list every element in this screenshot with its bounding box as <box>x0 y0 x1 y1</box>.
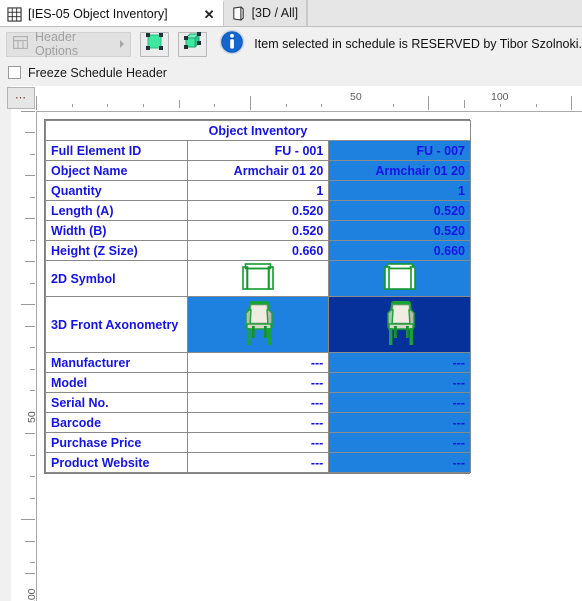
row-value-selected[interactable]: 0.660 <box>328 240 471 261</box>
toolbar: Header Options Item selected in schedule… <box>0 27 582 59</box>
work-area: ⋯ 50 100 50 100 Object Inventory Full El… <box>0 86 582 601</box>
symbol-2d-cell[interactable] <box>186 260 330 297</box>
armchair-plan-symbol-icon <box>241 262 275 296</box>
armchair-3d-render-icon <box>235 298 281 352</box>
row-value-selected[interactable]: 0.520 <box>328 200 471 221</box>
square-handles-icon <box>145 32 164 56</box>
horizontal-ruler[interactable]: 50 100 <box>36 86 582 112</box>
close-icon[interactable]: ✕ <box>204 8 215 21</box>
row-label: Barcode <box>45 412 188 433</box>
row-label: Height (Z Size) <box>45 240 188 261</box>
table-row-3d-axonometry[interactable]: 3D Front Axonometry <box>45 296 471 353</box>
row-value[interactable]: 0.520 <box>186 200 330 221</box>
chevron-right-icon <box>120 40 125 48</box>
row-value-selected[interactable]: --- <box>328 352 471 373</box>
row-value[interactable]: FU - 001 <box>186 140 330 161</box>
axo-3d-cell[interactable] <box>186 296 330 353</box>
table-row[interactable]: Barcode --- --- <box>45 412 471 433</box>
row-value-selected[interactable]: --- <box>328 412 471 433</box>
symbol-2d-cell-selected[interactable] <box>328 260 471 297</box>
row-label: Model <box>45 372 188 393</box>
row-value[interactable]: --- <box>186 352 330 373</box>
tab-3d-all[interactable]: [3D / All] <box>223 0 308 26</box>
row-label: Purchase Price <box>45 432 188 453</box>
table-row[interactable]: Manufacturer --- --- <box>45 352 471 373</box>
armchair-3d-render-icon <box>377 298 423 352</box>
row-label: Object Name <box>45 160 188 181</box>
header-options-dropdown[interactable]: Header Options <box>6 30 132 58</box>
axo-3d-cell-selected[interactable] <box>328 296 471 353</box>
table-row-2d-symbol[interactable]: 2D Symbol <box>45 260 471 297</box>
row-label: Serial No. <box>45 392 188 413</box>
cube-handles-icon <box>183 32 202 56</box>
row-value[interactable]: --- <box>186 412 330 433</box>
row-value-selected[interactable]: 1 <box>328 180 471 201</box>
tab-bar: [IES-05 Object Inventory] ✕ [3D / All] <box>0 0 582 27</box>
table-row[interactable]: Full Element ID FU - 001 FU - 007 <box>45 140 471 161</box>
tab-label: [IES-05 Object Inventory] <box>28 7 168 21</box>
row-value-selected[interactable]: --- <box>328 432 471 453</box>
header-table-icon <box>13 36 29 52</box>
row-label: 2D Symbol <box>45 260 188 297</box>
tab-label: [3D / All] <box>251 6 299 20</box>
page-icon <box>231 5 246 21</box>
schedule-title: Object Inventory <box>45 120 471 141</box>
row-value[interactable]: 0.660 <box>186 240 330 261</box>
freeze-schedule-header-row: Freeze Schedule Header <box>0 59 582 86</box>
table-row[interactable]: Product Website --- --- <box>45 452 471 473</box>
row-label: Length (A) <box>45 200 188 221</box>
row-value[interactable]: 1 <box>186 180 330 201</box>
ruler-label-h-100: 100 <box>491 91 509 103</box>
table-row[interactable]: Width (B) 0.520 0.520 <box>45 220 471 241</box>
row-label: 3D Front Axonometry <box>45 296 188 353</box>
table-row[interactable]: Length (A) 0.520 0.520 <box>45 200 471 221</box>
table-row[interactable]: Object Name Armchair 01 20 Armchair 01 2… <box>45 160 471 181</box>
ruler-label-v-100: 100 <box>26 588 37 601</box>
3d-view-button[interactable] <box>178 31 208 57</box>
row-value-selected[interactable]: --- <box>328 452 471 473</box>
row-value[interactable]: --- <box>186 452 330 473</box>
schedule-sheet: Object Inventory Full Element ID FU - 00… <box>44 119 471 474</box>
left-strip <box>0 86 11 601</box>
row-value-selected[interactable]: Armchair 01 20 <box>328 160 471 181</box>
row-value-selected[interactable]: --- <box>328 372 471 393</box>
row-value-selected[interactable]: 0.520 <box>328 220 471 241</box>
armchair-plan-symbol-icon <box>383 262 417 296</box>
ruler-label-v-50: 50 <box>26 411 37 423</box>
info-icon <box>219 29 245 60</box>
tab-object-inventory[interactable]: [IES-05 Object Inventory] ✕ <box>0 0 224 26</box>
freeze-schedule-header-checkbox[interactable] <box>8 66 21 79</box>
row-label: Full Element ID <box>45 140 188 161</box>
table-row[interactable]: Height (Z Size) 0.660 0.660 <box>45 240 471 261</box>
table-row[interactable]: Model --- --- <box>45 372 471 393</box>
row-value[interactable]: --- <box>186 392 330 413</box>
info-message: Item selected in schedule is RESERVED by… <box>254 37 582 51</box>
table-title-row: Object Inventory <box>45 120 471 141</box>
ruler-corner-button[interactable]: ⋯ <box>7 87 35 109</box>
row-label: Product Website <box>45 452 188 473</box>
freeze-schedule-header-label: Freeze Schedule Header <box>28 65 167 80</box>
ruler-label-h-50: 50 <box>350 91 362 103</box>
2d-symbol-view-button[interactable] <box>140 31 170 57</box>
row-label: Quantity <box>45 180 188 201</box>
row-value[interactable]: 0.520 <box>186 220 330 241</box>
header-options-label: Header Options <box>35 30 79 58</box>
object-inventory-table: Object Inventory Full Element ID FU - 00… <box>45 120 471 473</box>
row-value-selected[interactable]: --- <box>328 392 471 413</box>
row-label: Manufacturer <box>45 352 188 373</box>
table-row[interactable]: Quantity 1 1 <box>45 180 471 201</box>
grid-icon <box>7 6 22 22</box>
table-row[interactable]: Serial No. --- --- <box>45 392 471 413</box>
row-value[interactable]: --- <box>186 432 330 453</box>
row-label: Width (B) <box>45 220 188 241</box>
row-value[interactable]: Armchair 01 20 <box>186 160 330 181</box>
row-value-selected[interactable]: FU - 007 <box>328 140 471 161</box>
row-value[interactable]: --- <box>186 372 330 393</box>
vertical-ruler[interactable]: 50 100 <box>11 111 37 601</box>
table-row[interactable]: Purchase Price --- --- <box>45 432 471 453</box>
tab-bar-filler <box>307 0 582 26</box>
